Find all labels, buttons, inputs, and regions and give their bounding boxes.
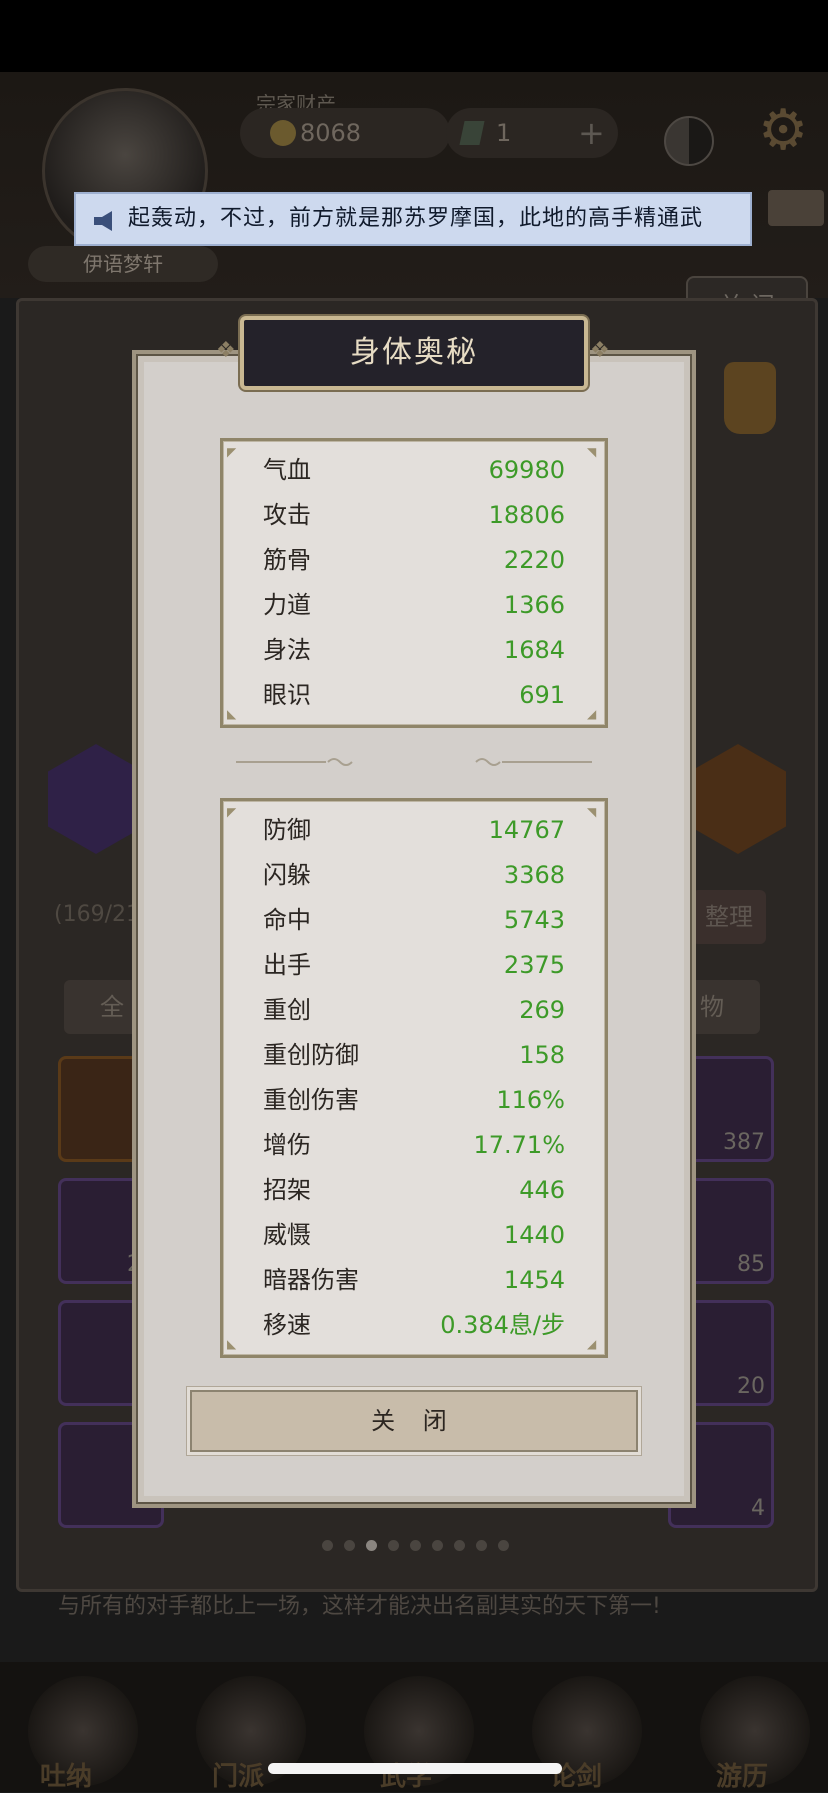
stat-label: 重创	[263, 996, 311, 1024]
stat-label: 身法	[263, 636, 311, 664]
add-gem-button[interactable]: +	[578, 114, 605, 152]
stat-label: 防御	[263, 816, 311, 844]
stat-row: 身法 1684	[223, 628, 605, 673]
megaphone-icon	[94, 211, 112, 231]
stat-value: 5743	[503, 906, 565, 934]
notice-text: 起轰动，不过，前方就是那苏罗摩国，此地的高手精通武	[128, 206, 704, 231]
slot-count: 85	[737, 1252, 765, 1277]
page-dot	[454, 1540, 465, 1551]
stat-label: 命中	[263, 906, 311, 934]
nav-label: 论剑	[550, 1762, 603, 1792]
stat-value: 3368	[503, 861, 565, 889]
stat-list-primary: 气血 69980 攻击 18806 筋骨 2220 力道 1366 身法 1684 眼识 691	[223, 448, 605, 718]
stat-group-secondary: ◤ ◥ ◣ ◢ 防御 14767 闪躲 3368 命中 5743 出手 2375 重创 269 重创…	[220, 798, 608, 1358]
stat-value: 0.384息/步	[440, 1311, 565, 1339]
stat-row: 气血 69980	[223, 448, 605, 493]
stat-value: 1440	[503, 1221, 565, 1249]
stat-value: 69980	[488, 456, 565, 484]
gear-icon[interactable]: ⚙	[758, 98, 808, 163]
stat-value: 691	[519, 681, 565, 709]
emblem-icon[interactable]	[724, 362, 776, 434]
nav-label: 游历	[716, 1762, 769, 1792]
ornament-icon: ❖	[216, 338, 236, 363]
stat-group-primary: ◤ ◥ ◣ ◢ 气血 69980 攻击 18806 筋骨 2220 力道 1366 身法 1684…	[220, 438, 608, 728]
stat-value: 14767	[488, 816, 565, 844]
stat-label: 移速	[263, 1311, 311, 1339]
stat-label: 威慑	[263, 1221, 311, 1249]
stat-row: 出手 2375	[223, 943, 605, 988]
stat-row: 重创 269	[223, 988, 605, 1033]
stat-row: 眼识 691	[223, 673, 605, 718]
stat-value: 1454	[503, 1266, 565, 1294]
page-dot	[388, 1540, 399, 1551]
stat-label: 筋骨	[263, 546, 311, 574]
stat-row: 暗器伤害 1454	[223, 1258, 605, 1303]
stat-row: 攻击 18806	[223, 493, 605, 538]
mail-icon[interactable]	[768, 190, 824, 226]
nav-label: 武学	[380, 1762, 433, 1792]
stat-value: 2375	[503, 951, 565, 979]
stat-value: 1366	[503, 591, 565, 619]
page-dot	[498, 1540, 509, 1551]
stat-label: 出手	[263, 951, 311, 979]
page-dot	[410, 1540, 421, 1551]
stat-row: 防御 14767	[223, 808, 605, 853]
nav-label: 吐纳	[40, 1762, 93, 1792]
stat-row: 力道 1366	[223, 583, 605, 628]
stat-label: 招架	[263, 1176, 311, 1204]
stat-row: 威慑 1440	[223, 1213, 605, 1258]
notice-banner: 起轰动，不过，前方就是那苏罗摩国，此地的高手精通武	[74, 192, 752, 246]
stat-label: 攻击	[263, 501, 311, 529]
stat-value: 18806	[488, 501, 565, 529]
nav-label: 门派	[212, 1762, 265, 1792]
stat-label: 暗器伤害	[263, 1266, 359, 1294]
gem-value: 1	[496, 119, 512, 147]
stat-label: 增伤	[263, 1131, 311, 1159]
stat-row: 命中 5743	[223, 898, 605, 943]
stat-row: 闪躲 3368	[223, 853, 605, 898]
sort-button[interactable]: 整理	[692, 890, 766, 944]
stat-label: 重创伤害	[263, 1086, 359, 1114]
stat-value: 1684	[503, 636, 565, 664]
player-name: 伊语梦轩	[28, 246, 218, 282]
bag-count: (169/21	[54, 902, 140, 927]
slot-count: 20	[737, 1374, 765, 1399]
page-indicator	[322, 1536, 520, 1555]
page-dot	[366, 1540, 377, 1551]
ornament-icon: ❖	[590, 338, 610, 363]
stat-list-secondary: 防御 14767 闪躲 3368 命中 5743 出手 2375 重创 269 重创防御 158 重创伤…	[223, 808, 605, 1348]
close-button[interactable]: 关 闭	[190, 1390, 638, 1452]
stat-value: 17.71%	[473, 1131, 565, 1159]
stat-row: 重创伤害 116%	[223, 1078, 605, 1123]
section-divider	[236, 758, 592, 766]
slot-count: 387	[723, 1130, 765, 1155]
gold-icon	[270, 120, 296, 146]
stat-label: 气血	[263, 456, 311, 484]
stat-row: 重创防御 158	[223, 1033, 605, 1078]
stat-label: 闪躲	[263, 861, 311, 889]
stat-label: 眼识	[263, 681, 311, 709]
stat-label: 力道	[263, 591, 311, 619]
home-indicator[interactable]	[268, 1763, 562, 1774]
slot-count: 4	[751, 1496, 765, 1521]
story-text: 与所有的对手都比上一场，这样才能决出名副其实的天下第一!	[58, 1594, 661, 1619]
taiji-icon[interactable]	[664, 116, 714, 166]
stat-value: 269	[519, 996, 565, 1024]
page-dot	[344, 1540, 355, 1551]
stat-value: 116%	[496, 1086, 565, 1114]
stat-row: 增伤 17.71%	[223, 1123, 605, 1168]
gold-value: 8068	[300, 119, 362, 147]
page-dot	[322, 1540, 333, 1551]
stat-value: 2220	[503, 546, 565, 574]
stat-row: 移速 0.384息/步	[223, 1303, 605, 1348]
status-bar	[0, 0, 828, 72]
stat-value: 446	[519, 1176, 565, 1204]
stat-label: 重创防御	[263, 1041, 359, 1069]
page-dot	[432, 1540, 443, 1551]
stat-value: 158	[519, 1041, 565, 1069]
dialog-title: 身体奥秘	[240, 316, 588, 390]
page-dot	[476, 1540, 487, 1551]
stat-row: 筋骨 2220	[223, 538, 605, 583]
stat-row: 招架 446	[223, 1168, 605, 1213]
